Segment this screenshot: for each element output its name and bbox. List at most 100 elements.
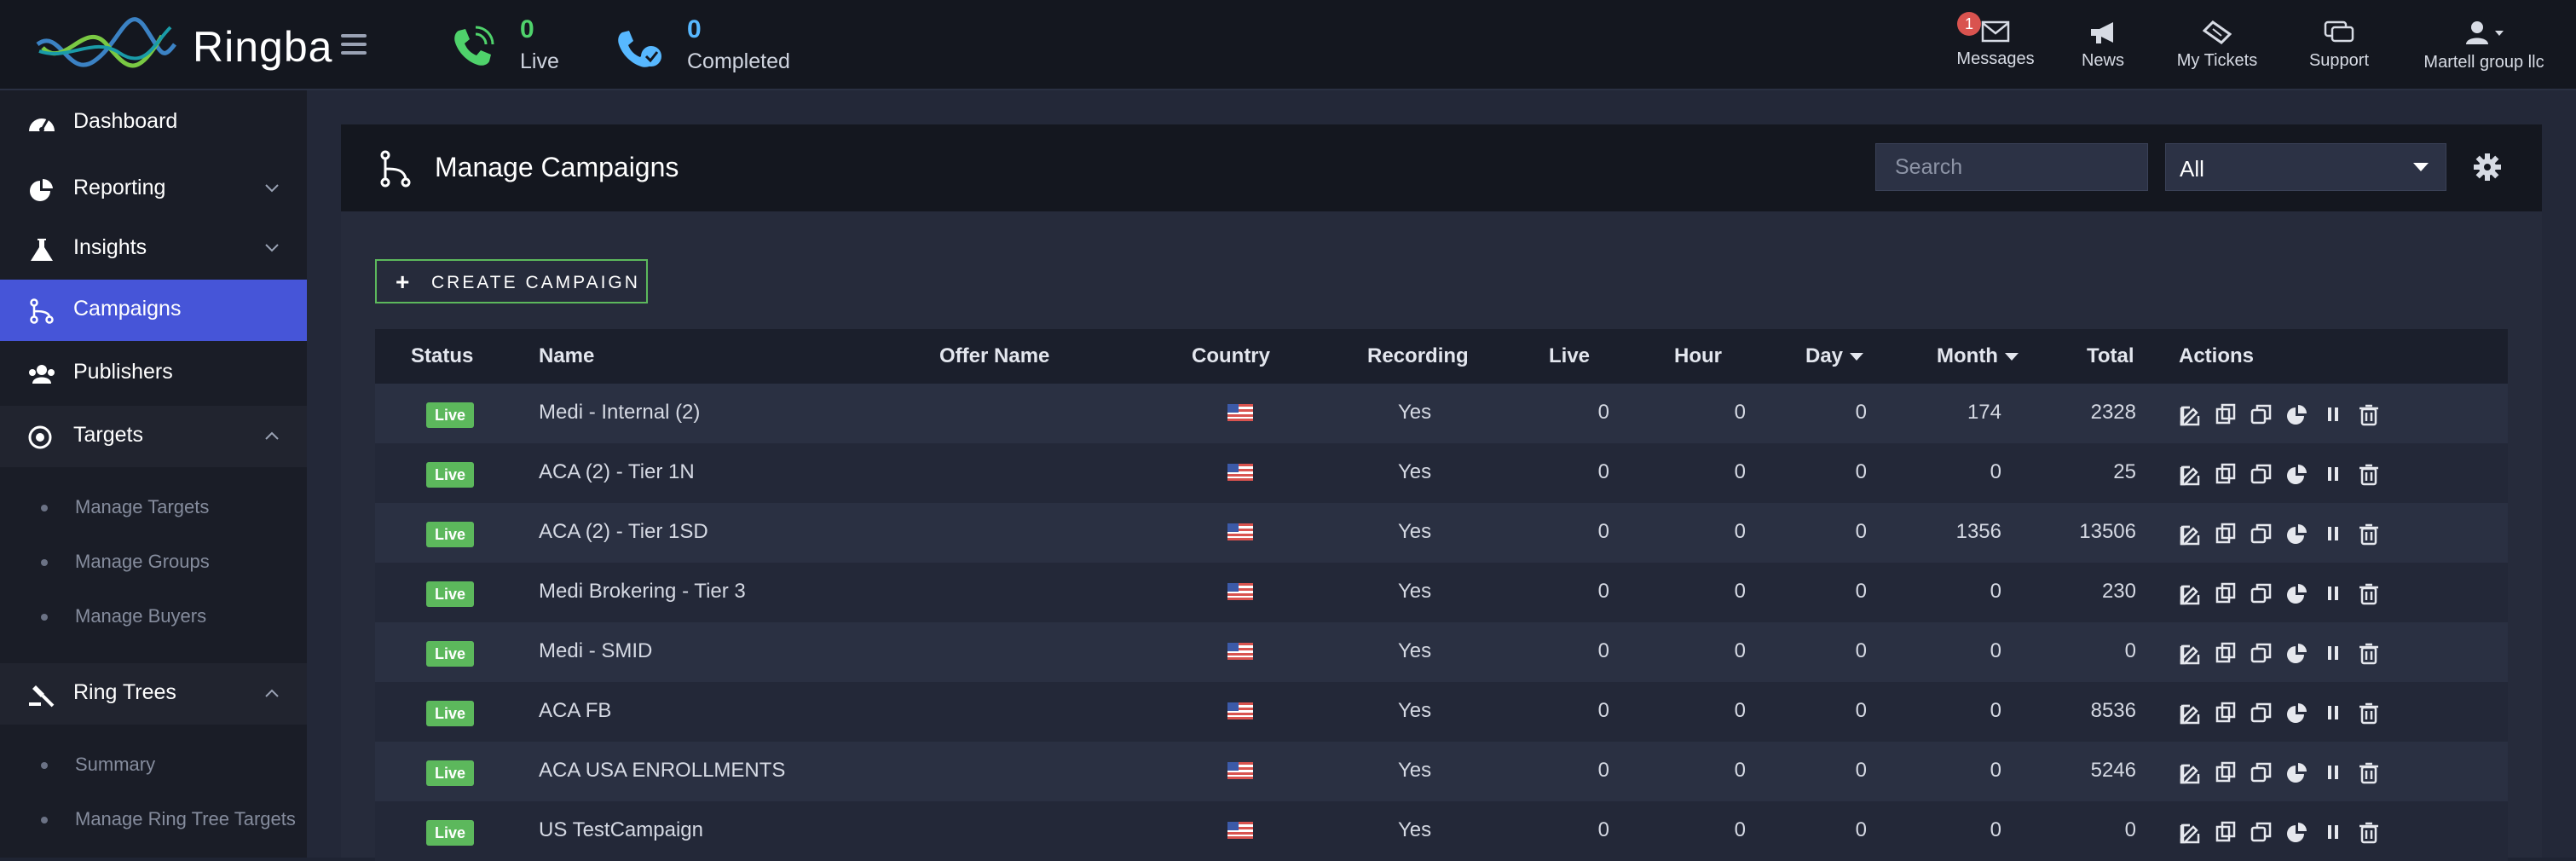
table-row[interactable]: Live Medi Brokering - Tier 3 Yes 0 0 0 0 230 xyxy=(375,563,2508,622)
campaign-name[interactable]: Medi Brokering - Tier 3 xyxy=(539,580,746,604)
column-header-total[interactable]: Total xyxy=(2087,344,2134,368)
copy-icon[interactable] xyxy=(2214,760,2238,784)
copy-icon[interactable] xyxy=(2214,641,2238,665)
sidebar-subitem-manage-targets[interactable]: Manage Targets xyxy=(0,483,307,534)
clone-icon[interactable] xyxy=(2250,760,2273,784)
copy-icon[interactable] xyxy=(2214,581,2238,605)
campaign-name[interactable]: US TestCampaign xyxy=(539,818,703,842)
gear-icon[interactable] xyxy=(2472,152,2503,182)
table-row[interactable]: Live Medi - SMID Yes 0 0 0 0 0 xyxy=(375,622,2508,682)
clone-icon[interactable] xyxy=(2250,581,2273,605)
pause-icon[interactable] xyxy=(2321,462,2345,486)
sidebar-item-ring-trees[interactable]: Ring Trees xyxy=(0,663,307,725)
campaign-name[interactable]: ACA FB xyxy=(539,699,611,723)
report-icon[interactable] xyxy=(2285,522,2309,546)
campaign-name[interactable]: ACA (2) - Tier 1N xyxy=(539,460,695,484)
column-header-country[interactable]: Country xyxy=(1192,344,1270,368)
column-header-status[interactable]: Status xyxy=(411,344,473,368)
report-icon[interactable] xyxy=(2285,760,2309,784)
pause-icon[interactable] xyxy=(2321,641,2345,665)
edit-icon[interactable] xyxy=(2178,760,2202,784)
sidebar-subitem-summary[interactable]: Summary xyxy=(0,740,307,791)
clone-icon[interactable] xyxy=(2250,701,2273,725)
table-row[interactable]: Live ACA (2) - Tier 1N Yes 0 0 0 0 25 xyxy=(375,443,2508,503)
delete-icon[interactable] xyxy=(2357,760,2381,784)
sidebar-item-targets[interactable]: Targets xyxy=(0,406,307,467)
clone-icon[interactable] xyxy=(2250,820,2273,844)
delete-icon[interactable] xyxy=(2357,820,2381,844)
edit-icon[interactable] xyxy=(2178,581,2202,605)
my-tickets-nav[interactable]: My Tickets xyxy=(2170,15,2264,77)
table-row[interactable]: Live ACA (2) - Tier 1SD Yes 0 0 0 1356 13506 xyxy=(375,503,2508,563)
column-header-live[interactable]: Live xyxy=(1549,344,1590,368)
pause-icon[interactable] xyxy=(2321,820,2345,844)
campaign-name[interactable]: ACA (2) - Tier 1SD xyxy=(539,520,708,544)
pause-icon[interactable] xyxy=(2321,522,2345,546)
delete-icon[interactable] xyxy=(2357,701,2381,725)
copy-icon[interactable] xyxy=(2214,402,2238,426)
support-nav[interactable]: Support xyxy=(2298,15,2380,77)
edit-icon[interactable] xyxy=(2178,522,2202,546)
table-row[interactable]: Live US TestCampaign Yes 0 0 0 0 0 xyxy=(375,801,2508,861)
sidebar-subitem-manage-buyers[interactable]: Manage Buyers xyxy=(0,592,307,643)
us-flag-icon xyxy=(1227,643,1253,660)
copy-icon[interactable] xyxy=(2214,820,2238,844)
clone-icon[interactable] xyxy=(2250,641,2273,665)
delete-icon[interactable] xyxy=(2357,581,2381,605)
campaign-name[interactable]: Medi - SMID xyxy=(539,639,652,663)
table-row[interactable]: Live Medi - Internal (2) Yes 0 0 0 174 2328 xyxy=(375,384,2508,443)
copy-icon[interactable] xyxy=(2214,462,2238,486)
copy-icon[interactable] xyxy=(2214,701,2238,725)
day-count: 0 xyxy=(1855,639,1867,662)
search-input[interactable] xyxy=(1875,143,2148,191)
column-header-hour[interactable]: Hour xyxy=(1674,344,1722,368)
pause-icon[interactable] xyxy=(2321,701,2345,725)
delete-icon[interactable] xyxy=(2357,641,2381,665)
pause-icon[interactable] xyxy=(2321,760,2345,784)
edit-icon[interactable] xyxy=(2178,462,2202,486)
report-icon[interactable] xyxy=(2285,701,2309,725)
messages-nav[interactable]: 1 Messages xyxy=(1949,12,2042,77)
edit-icon[interactable] xyxy=(2178,641,2202,665)
report-icon[interactable] xyxy=(2285,820,2309,844)
status-filter-select[interactable]: All xyxy=(2165,143,2446,191)
copy-icon[interactable] xyxy=(2214,522,2238,546)
edit-icon[interactable] xyxy=(2178,402,2202,426)
sidebar-item-dashboard[interactable]: Dashboard xyxy=(0,92,307,153)
column-header-offer-name[interactable]: Offer Name xyxy=(939,344,1049,368)
sidebar-subitem-manage-groups[interactable]: Manage Groups xyxy=(0,537,307,588)
edit-icon[interactable] xyxy=(2178,820,2202,844)
account-menu[interactable]: Martell group llc xyxy=(2416,15,2552,77)
report-icon[interactable] xyxy=(2285,641,2309,665)
campaign-name[interactable]: ACA USA ENROLLMENTS xyxy=(539,759,785,783)
report-icon[interactable] xyxy=(2285,581,2309,605)
sidebar-item-insights[interactable]: Insights xyxy=(0,218,307,280)
sidebar-item-publishers[interactable]: Publishers xyxy=(0,343,307,404)
pause-icon[interactable] xyxy=(2321,402,2345,426)
sidebar-item-campaigns[interactable]: Campaigns xyxy=(0,280,307,341)
create-campaign-button[interactable]: + CREATE CAMPAIGN xyxy=(375,259,648,303)
report-icon[interactable] xyxy=(2285,462,2309,486)
delete-icon[interactable] xyxy=(2357,402,2381,426)
clone-icon[interactable] xyxy=(2250,462,2273,486)
column-header-month[interactable]: Month xyxy=(1937,344,2019,368)
pause-icon[interactable] xyxy=(2321,581,2345,605)
delete-icon[interactable] xyxy=(2357,462,2381,486)
table-row[interactable]: Live ACA USA ENROLLMENTS Yes 0 0 0 0 5246 xyxy=(375,742,2508,801)
edit-icon[interactable] xyxy=(2178,701,2202,725)
campaign-name[interactable]: Medi - Internal (2) xyxy=(539,401,700,425)
column-header-day[interactable]: Day xyxy=(1805,344,1864,368)
column-header-recording[interactable]: Recording xyxy=(1367,344,1469,368)
news-nav[interactable]: News xyxy=(2065,15,2141,77)
sidebar-item-reporting[interactable]: Reporting xyxy=(0,159,307,220)
clone-icon[interactable] xyxy=(2250,402,2273,426)
ringba-logo[interactable]: Ringba xyxy=(34,10,332,82)
column-header-name[interactable]: Name xyxy=(539,344,594,368)
table-row[interactable]: Live ACA FB Yes 0 0 0 0 8536 xyxy=(375,682,2508,742)
sidebar-subitem-manage-ring-tree-targets[interactable]: Manage Ring Tree Targets xyxy=(0,795,307,846)
report-icon[interactable] xyxy=(2285,402,2309,426)
clone-icon[interactable] xyxy=(2250,522,2273,546)
hour-count: 0 xyxy=(1734,818,1746,841)
delete-icon[interactable] xyxy=(2357,522,2381,546)
menu-toggle-icon[interactable] xyxy=(341,34,367,56)
